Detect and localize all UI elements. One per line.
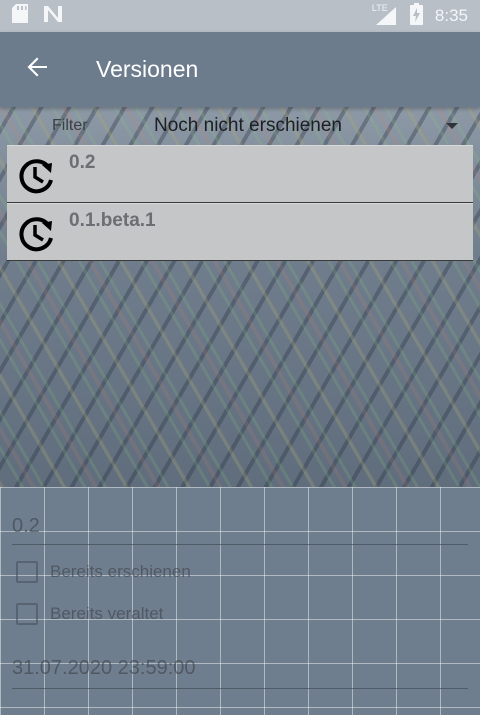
- status-icons-left: [12, 4, 64, 29]
- release-date-field[interactable]: 31.07.2020 23:59:00: [12, 653, 468, 689]
- version-name-input[interactable]: [12, 509, 468, 545]
- version-detail-form: Bereits erschienen Bereits veraltet 31.0…: [0, 487, 480, 715]
- battery-charging-icon: [409, 2, 423, 30]
- network-type-label: LTE: [371, 3, 388, 13]
- version-label: 0.2: [69, 152, 96, 173]
- version-list: 0.2 0.1.beta.1: [7, 145, 473, 261]
- page-title: Versionen: [96, 56, 199, 82]
- app-bar: Versionen: [0, 32, 480, 107]
- filter-row: Filter Noch nicht erschienen: [0, 107, 480, 145]
- deprecated-checkbox[interactable]: [16, 603, 38, 625]
- filter-selected-value: Noch nicht erschienen: [154, 115, 342, 136]
- clock-time: 8:35: [434, 6, 468, 25]
- list-item[interactable]: 0.1.beta.1: [7, 203, 473, 261]
- status-icons-right: LTE 8:35: [371, 2, 468, 30]
- filter-dropdown[interactable]: Noch nicht erschienen: [154, 107, 458, 145]
- released-checkbox-row: Bereits erschienen: [16, 561, 191, 583]
- n-notification-icon: [42, 4, 64, 29]
- back-button[interactable]: [0, 32, 76, 107]
- list-item[interactable]: 0.2: [7, 145, 473, 203]
- sd-card-icon: [12, 4, 28, 28]
- version-label: 0.1.beta.1: [69, 210, 156, 231]
- filter-label: Filter: [52, 117, 88, 134]
- history-clock-icon: [15, 212, 59, 256]
- signal-icon: LTE: [371, 3, 398, 27]
- released-checkbox[interactable]: [16, 561, 38, 583]
- deprecated-checkbox-row: Bereits veraltet: [16, 603, 163, 625]
- status-bar: LTE 8:35: [0, 0, 480, 32]
- history-clock-icon: [15, 154, 59, 198]
- released-label: Bereits erschienen: [50, 562, 191, 581]
- arrow-left-icon: [25, 55, 49, 84]
- deprecated-label: Bereits veraltet: [50, 604, 164, 623]
- dropdown-arrow-icon: [446, 123, 458, 129]
